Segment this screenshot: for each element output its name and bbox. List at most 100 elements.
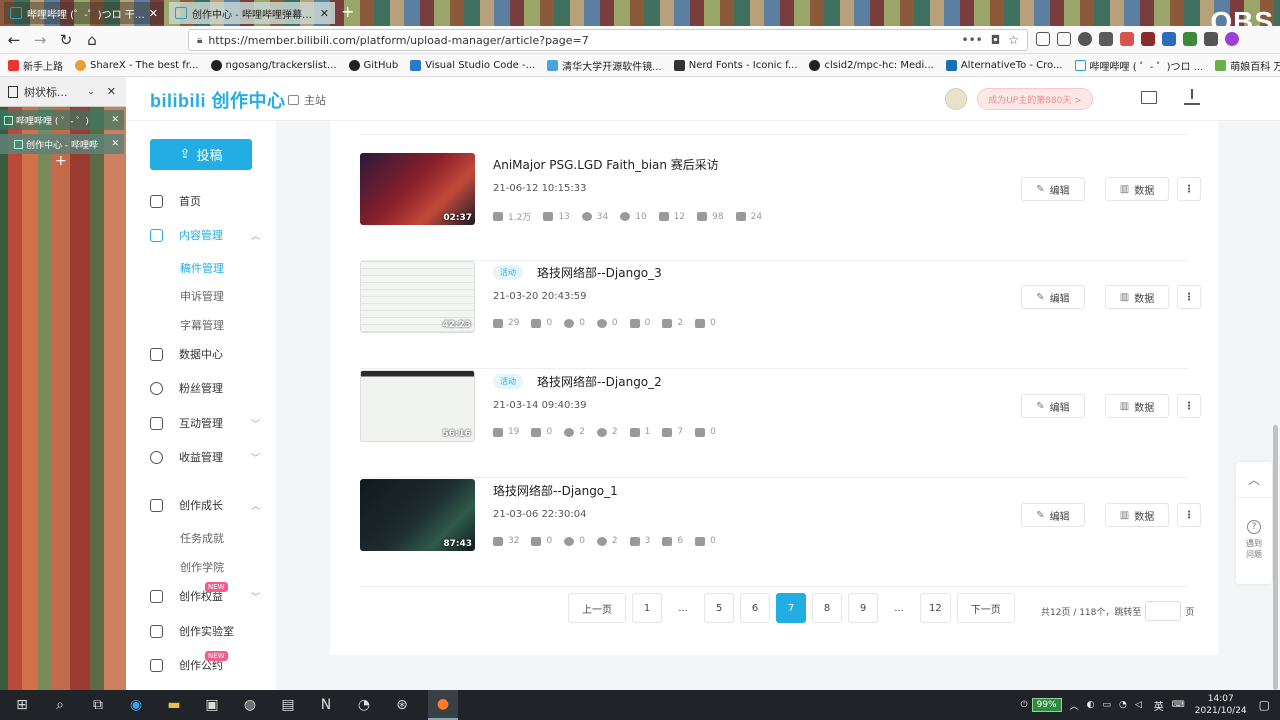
clock[interactable]: 14:07 2021/10/24 <box>1195 693 1247 717</box>
download-icon[interactable] <box>1184 89 1200 105</box>
close-icon[interactable]: ✕ <box>107 85 116 98</box>
edit-button[interactable]: ✎ 编辑 <box>1021 394 1085 418</box>
bookmark-item[interactable]: Visual Studio Code -... <box>410 59 535 71</box>
scrollbar-thumb[interactable] <box>1273 425 1278 690</box>
page-button[interactable]: 1 <box>632 593 662 623</box>
page-button[interactable]: 9 <box>848 593 878 623</box>
sidebar-item-growth[interactable]: 创作成长 ︿ <box>150 496 260 514</box>
app-icon[interactable]: ◍ <box>238 696 262 714</box>
extension-icon[interactable] <box>1204 32 1218 46</box>
volume-icon[interactable]: ◁ <box>1135 700 1142 710</box>
browser-tab-creator-center[interactable]: 创作中心 - 哔哩哔哩弹幕视频网 ✕ <box>169 2 335 24</box>
close-icon[interactable]: ✕ <box>111 139 119 149</box>
bookmark-item[interactable]: 新手上路 <box>8 58 63 73</box>
wifi-icon[interactable]: ◔ <box>1119 700 1127 710</box>
sidebar-item-data[interactable]: 数据中心 <box>150 345 260 363</box>
sidebar-sub-appeals[interactable]: 申诉管理 <box>180 288 224 304</box>
page-button-current[interactable]: 7 <box>776 593 806 623</box>
bookmark-item[interactable]: ShareX - The best fr... <box>75 59 199 71</box>
edit-button[interactable]: ✎ 编辑 <box>1021 177 1085 201</box>
close-icon[interactable]: ✕ <box>149 7 158 20</box>
jump-page-input[interactable] <box>1145 601 1182 621</box>
task-view-icon[interactable]: ⧉ <box>86 696 110 714</box>
extension-icon[interactable] <box>1225 32 1239 46</box>
sidebar-item-income[interactable]: 收益管理 ﹀ <box>150 448 260 466</box>
extension-icon[interactable] <box>1120 32 1134 46</box>
browser-tab-bilibili[interactable]: 哔哩哔哩 (゜-゜)つロ 干杯~-bilibili ✕ <box>4 2 164 24</box>
tree-tab-item-active[interactable]: 创作中心 - 哔哩哔 ✕ <box>0 134 124 154</box>
page-ellipsis[interactable]: ... <box>884 593 914 623</box>
edge-icon[interactable]: ◉ <box>124 696 148 714</box>
video-title[interactable]: 珞技网络部--Django_2 <box>537 373 662 390</box>
video-title[interactable]: AniMajor PSG.LGD Faith_bian 赛后采访 <box>493 156 719 173</box>
video-title[interactable]: 珞技网络部--Django_3 <box>537 264 662 281</box>
bookmark-item[interactable]: ngosang/trackerslist... <box>210 59 337 71</box>
help-button[interactable]: ? 遇到 问题 <box>1236 520 1272 560</box>
page-button[interactable]: 8 <box>812 593 842 623</box>
sidebar-sub-achievements[interactable]: 任务成就 <box>180 530 224 546</box>
video-thumbnail[interactable]: 42:23 <box>360 261 475 333</box>
mail-icon[interactable] <box>1141 91 1157 104</box>
back-arrow-icon[interactable]: ← <box>2 31 26 49</box>
search-icon[interactable]: ⌕ <box>48 696 72 714</box>
page-button[interactable]: 5 <box>704 593 734 623</box>
edit-button[interactable]: ✎ 编辑 <box>1021 285 1085 309</box>
sidebar-sub-subtitles[interactable]: 字幕管理 <box>180 317 224 333</box>
bookmark-item[interactable]: 萌娘百科 万物皆可萌... <box>1215 58 1280 73</box>
sidebar-item-fans[interactable]: 粉丝管理 <box>150 379 260 397</box>
page-actions-icon[interactable]: ••• <box>962 33 983 47</box>
more-options-icon[interactable]: ⋮ <box>1177 285 1201 309</box>
steam-icon[interactable]: ⊛ <box>390 696 414 714</box>
app-icon[interactable]: Ν <box>314 696 338 714</box>
forward-arrow-icon[interactable]: → <box>28 31 52 49</box>
sidebar-item-lab[interactable]: 创作实验室 <box>150 622 260 640</box>
account-icon[interactable] <box>1078 32 1092 46</box>
battery-indicator[interactable]: 99% <box>1031 698 1062 712</box>
next-page-button[interactable]: 下一页 <box>956 593 1015 623</box>
edit-button[interactable]: ✎ 编辑 <box>1021 503 1085 527</box>
extension-icon[interactable] <box>1183 32 1197 46</box>
reload-icon[interactable]: ↻ <box>54 31 78 49</box>
keyboard-icon[interactable]: ⌨ <box>1172 700 1185 710</box>
page-ellipsis[interactable]: ... <box>668 593 698 623</box>
tray-icon[interactable]: ▭ <box>1102 700 1111 710</box>
page-button[interactable]: 6 <box>740 593 770 623</box>
firefox-icon[interactable]: ● <box>428 690 458 720</box>
home-icon[interactable]: ⌂ <box>80 31 104 49</box>
video-thumbnail[interactable]: 87:43 <box>360 479 475 551</box>
data-button[interactable]: ▥ 数据 <box>1105 285 1169 309</box>
avatar[interactable] <box>945 88 967 110</box>
chevron-up-icon[interactable]: ︿ <box>1070 699 1079 712</box>
up-days-badge[interactable]: 成为UP主的第880天 > <box>977 88 1093 110</box>
bookmark-item[interactable]: 清华大学开源软件镜... <box>547 58 662 73</box>
new-tree-tab-button[interactable]: + <box>55 153 67 169</box>
new-tab-button[interactable]: + <box>341 2 354 22</box>
video-thumbnail[interactable]: 56:16 <box>360 370 475 442</box>
more-options-icon[interactable]: ⋮ <box>1177 177 1201 201</box>
notification-icon[interactable]: ▢ <box>1259 698 1270 712</box>
windows-start-icon[interactable]: ⊞ <box>10 696 34 714</box>
tray-icon[interactable]: ◐ <box>1087 700 1095 710</box>
data-button[interactable]: ▥ 数据 <box>1105 394 1169 418</box>
sidebar-item-content[interactable]: 内容管理 ︿ <box>150 226 260 244</box>
bilibili-creator-logo[interactable]: bilibili 创作中心 <box>150 87 286 113</box>
close-icon[interactable]: ✕ <box>111 115 119 125</box>
url-bar[interactable]: 🔒︎ https://member.bilibili.com/platform/… <box>188 29 1028 51</box>
bookmark-item[interactable]: 哔哩哔哩 ( ゜- ゜)つロ ... <box>1074 58 1203 73</box>
data-button[interactable]: ▥ 数据 <box>1105 503 1169 527</box>
data-button[interactable]: ▥ 数据 <box>1105 177 1169 201</box>
close-icon[interactable]: ✕ <box>320 7 329 20</box>
more-options-icon[interactable]: ⋮ <box>1177 503 1201 527</box>
store-icon[interactable]: ▣ <box>200 696 224 714</box>
chevron-down-icon[interactable]: ⌄ <box>87 87 95 97</box>
extension-icon[interactable] <box>1162 32 1176 46</box>
pocket-icon[interactable]: ◘ <box>991 33 1001 47</box>
prev-page-button[interactable]: 上一页 <box>568 593 626 623</box>
bookmark-item[interactable]: AlternativeTo - Cro... <box>945 59 1063 71</box>
sidebar-icon[interactable] <box>1057 32 1071 46</box>
input-language[interactable]: 英 <box>1154 698 1164 713</box>
more-options-icon[interactable]: ⋮ <box>1177 394 1201 418</box>
back-to-top-icon[interactable]: ︿ <box>1236 462 1272 498</box>
video-thumbnail[interactable]: 02:37 <box>360 153 475 225</box>
upload-button[interactable]: ⇪ 投稿 <box>150 139 252 170</box>
